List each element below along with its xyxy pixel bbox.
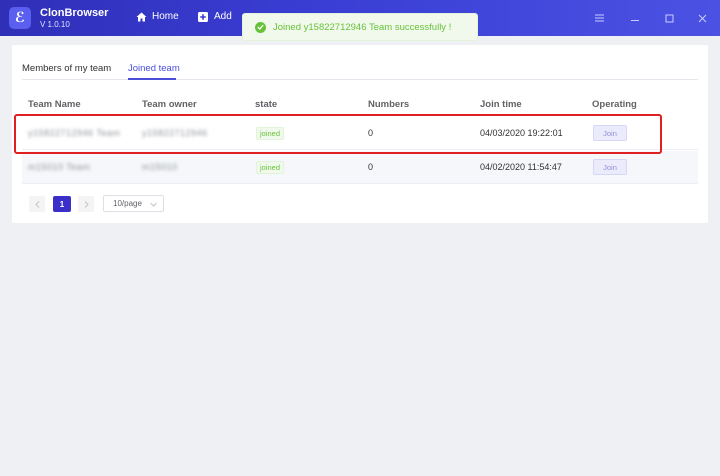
menu-icon: [594, 14, 604, 22]
page-number-button[interactable]: 1: [53, 196, 71, 212]
chevron-down-icon: [150, 200, 157, 209]
nav-home[interactable]: Home: [136, 11, 179, 22]
maximize-icon: [665, 14, 673, 22]
minimize-button[interactable]: [628, 11, 642, 25]
active-tab-indicator: [128, 78, 176, 80]
header-team-owner: Team owner: [142, 99, 197, 110]
tab-members-of-my-team[interactable]: Members of my team: [22, 63, 111, 80]
app-name: ClonBrowser: [40, 7, 109, 19]
table-header: Team Name Team owner state Numbers Join …: [22, 97, 698, 113]
menu-button[interactable]: [592, 11, 606, 25]
nav-add-label: Add: [214, 11, 232, 22]
app-version: V 1.0.10: [40, 20, 70, 29]
nav-home-label: Home: [152, 11, 179, 22]
nav-add[interactable]: Add: [198, 11, 232, 22]
maximize-button[interactable]: [662, 11, 676, 25]
success-toast: Joined y15822712946 Team successfully !: [242, 13, 478, 41]
close-button[interactable]: [695, 11, 709, 25]
table-row: m15010 Team m15010 joined 0 04/02/2020 1…: [22, 151, 698, 184]
close-icon: [698, 14, 706, 22]
team-owner-cell: m15010: [142, 162, 178, 172]
chevron-right-icon: [84, 200, 89, 208]
header-team-name: Team Name: [28, 99, 81, 110]
minimize-icon: [630, 20, 639, 21]
header-join-time: Join time: [480, 99, 522, 110]
next-page-button[interactable]: [78, 196, 94, 212]
header-numbers: Numbers: [368, 99, 410, 110]
team-name-cell: m15010 Team: [28, 162, 91, 172]
prev-page-button[interactable]: [29, 196, 45, 212]
page-size-value: 10/page: [113, 199, 142, 208]
plus-square-icon: [198, 11, 208, 22]
join-button[interactable]: Join: [593, 159, 627, 175]
join-time-cell: 04/02/2020 11:54:47: [480, 162, 562, 172]
app-logo-icon: ℰ: [9, 7, 31, 29]
highlight-box: [14, 114, 662, 154]
check-circle-icon: [255, 21, 266, 33]
chevron-left-icon: [34, 200, 39, 208]
team-tabs: Members of my team Joined team: [22, 60, 698, 80]
header-operating: Operating: [592, 99, 637, 110]
status-badge: joined: [256, 161, 285, 174]
toast-message: Joined y15822712946 Team successfully !: [273, 21, 452, 33]
header-state: state: [255, 99, 278, 110]
numbers-cell: 0: [368, 162, 374, 172]
home-icon: [136, 12, 147, 22]
page-size-select[interactable]: 10/page: [103, 195, 164, 212]
